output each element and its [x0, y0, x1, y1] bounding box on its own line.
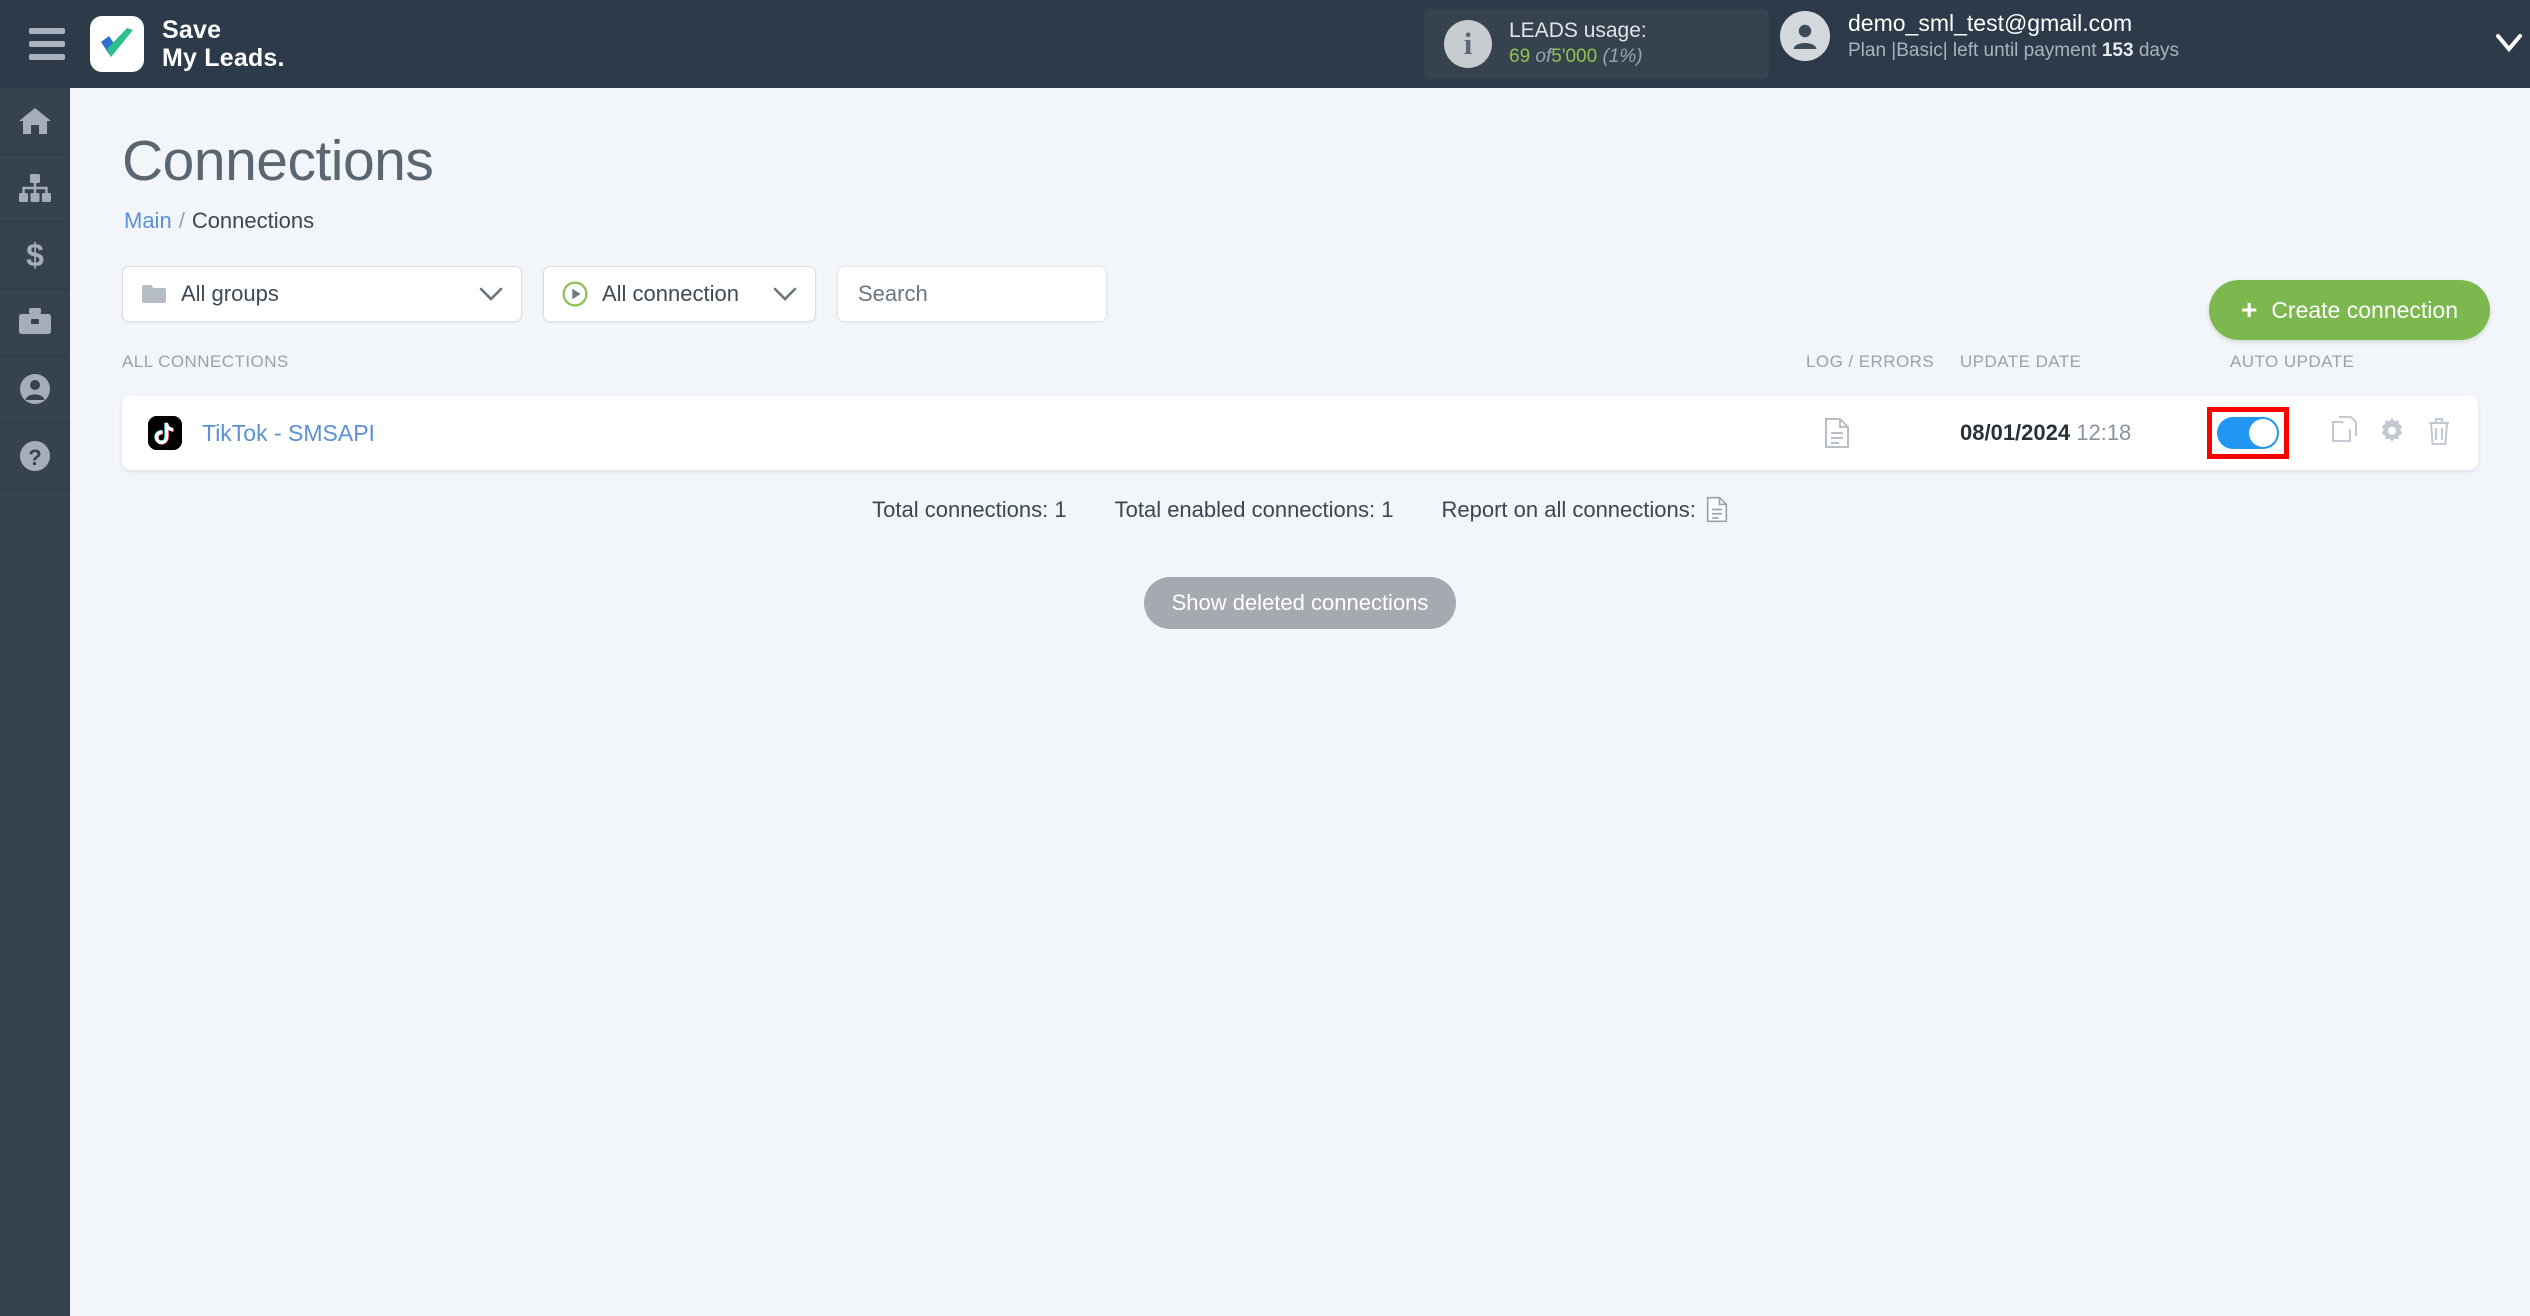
- report-label: Report on all connections:: [1441, 496, 1696, 522]
- gear-icon[interactable]: [2378, 417, 2406, 450]
- user-plan-days: 153: [2101, 39, 2134, 61]
- question-circle-icon: ?: [20, 441, 50, 471]
- svg-text:$: $: [26, 238, 44, 272]
- group-filter-select[interactable]: All groups: [122, 266, 522, 322]
- sidebar-item-billing[interactable]: $: [0, 222, 70, 289]
- total-connections: Total connections: 1: [872, 496, 1067, 522]
- user-plan-info: Plan |Basic| left until payment 153 days: [1848, 39, 2179, 64]
- sidebar-item-connections[interactable]: [0, 155, 70, 222]
- hamburger-line: [29, 54, 65, 60]
- chevron-down-icon: [773, 287, 797, 301]
- user-avatar-icon: [1780, 11, 1830, 62]
- folder-icon: [142, 284, 166, 303]
- leads-used: 69: [1509, 46, 1531, 68]
- hamburger-line: [29, 41, 65, 47]
- hamburger-line: [29, 28, 65, 34]
- chevron-down-icon: [479, 287, 503, 301]
- connection-totals: Total connections: 1 Total enabled conne…: [70, 496, 2530, 523]
- brand-logo-block[interactable]: Save My Leads.: [90, 16, 285, 72]
- column-header-log-errors: LOG / ERRORS: [1806, 352, 1935, 371]
- breadcrumb: Main / Connections: [124, 208, 2530, 234]
- toggle-knob: [2249, 419, 2277, 447]
- hamburger-icon[interactable]: [12, 28, 82, 60]
- update-date-cell: 08/01/2024 12:18: [1960, 420, 2131, 446]
- connection-filter-label: All connection: [602, 281, 739, 306]
- user-plan-prefix: Plan |Basic| left until payment: [1848, 39, 2097, 61]
- sitemap-icon: [19, 174, 51, 202]
- document-icon[interactable]: [1706, 496, 1728, 523]
- column-header-update-date: UPDATE DATE: [1960, 352, 2082, 371]
- leads-usage-values: 69 of5'000 (1%): [1509, 45, 1647, 69]
- table-row[interactable]: TikTok - SMSAPI 08/01/2024 12:18: [122, 396, 2478, 470]
- sidebar: $ ?: [0, 88, 70, 1316]
- update-time-value: 12:18: [2076, 420, 2132, 445]
- leads-of-label: of: [1535, 46, 1552, 68]
- copy-icon[interactable]: [2332, 415, 2358, 451]
- home-icon: [19, 108, 51, 134]
- sidebar-item-home[interactable]: [0, 88, 70, 155]
- leads-usage-title: LEADS usage:: [1509, 19, 1647, 43]
- sidebar-item-business[interactable]: [0, 289, 70, 356]
- create-connection-label: Create connection: [2271, 296, 2458, 323]
- log-errors-cell[interactable]: [1824, 417, 1850, 449]
- show-deleted-connections-button[interactable]: Show deleted connections: [1143, 577, 1457, 629]
- user-menu[interactable]: demo_sml_test@gmail.com Plan |Basic| lef…: [1780, 9, 2179, 64]
- brand-line-2: My Leads.: [162, 44, 285, 72]
- brand-line-1: Save: [162, 16, 222, 44]
- connection-link[interactable]: TikTok - SMSAPI: [202, 420, 375, 447]
- connection-name-cell: TikTok - SMSAPI: [148, 416, 375, 450]
- user-circle-icon: [20, 374, 50, 404]
- search-box[interactable]: [837, 266, 1107, 322]
- play-circle-icon: [562, 281, 588, 307]
- connection-filter-select[interactable]: All connection: [543, 266, 816, 322]
- chevron-down-icon[interactable]: [2492, 26, 2526, 60]
- tiktok-icon: [148, 416, 182, 450]
- auto-update-toggle[interactable]: [2217, 417, 2279, 449]
- brand-name: Save My Leads.: [162, 16, 285, 72]
- info-icon: i: [1444, 20, 1492, 68]
- briefcase-icon: [19, 308, 51, 334]
- checkmark-logo: [90, 16, 144, 72]
- create-connection-button[interactable]: + Create connection: [2208, 280, 2490, 340]
- sidebar-item-account[interactable]: [0, 356, 70, 423]
- page-title: Connections: [122, 129, 434, 193]
- plus-icon: +: [2240, 294, 2258, 325]
- update-date-value: 08/01/2024: [1960, 420, 2071, 445]
- search-input[interactable]: [858, 281, 1086, 307]
- total-enabled-connections: Total enabled connections: 1: [1114, 496, 1394, 522]
- document-icon: [1825, 418, 1849, 448]
- filter-bar: All groups All connection: [122, 266, 2530, 322]
- group-filter-label: All groups: [181, 281, 279, 306]
- user-email: demo_sml_test@gmail.com: [1848, 10, 2133, 36]
- column-header-auto-update: AUTO UPDATE: [2230, 352, 2355, 371]
- leads-total: 5'000: [1551, 46, 1598, 68]
- sidebar-item-help[interactable]: ?: [0, 423, 70, 490]
- table-column-headers: ALL CONNECTIONS LOG / ERRORS UPDATE DATE…: [122, 352, 2478, 382]
- svg-text:?: ?: [28, 445, 41, 470]
- row-actions: [2332, 415, 2452, 451]
- dollar-icon: $: [26, 238, 44, 272]
- leads-percent: (1%): [1602, 46, 1643, 68]
- breadcrumb-link-main[interactable]: Main: [124, 208, 172, 233]
- top-bar: Save My Leads. i LEADS usage: 69 of5'000…: [0, 0, 2530, 88]
- auto-update-highlight: [2207, 407, 2289, 459]
- breadcrumb-current: Connections: [191, 208, 315, 233]
- report-on-all-connections: Report on all connections:: [1441, 496, 1727, 523]
- trash-icon[interactable]: [2426, 416, 2452, 451]
- leads-usage-badge[interactable]: i LEADS usage: 69 of5'000 (1%): [1424, 9, 1769, 79]
- user-plan-days-suffix: days: [2138, 39, 2179, 61]
- main-content: Connections Main / Connections All groups …: [70, 88, 2530, 1316]
- column-header-all-connections: ALL CONNECTIONS: [122, 352, 289, 371]
- breadcrumb-separator: /: [178, 208, 185, 233]
